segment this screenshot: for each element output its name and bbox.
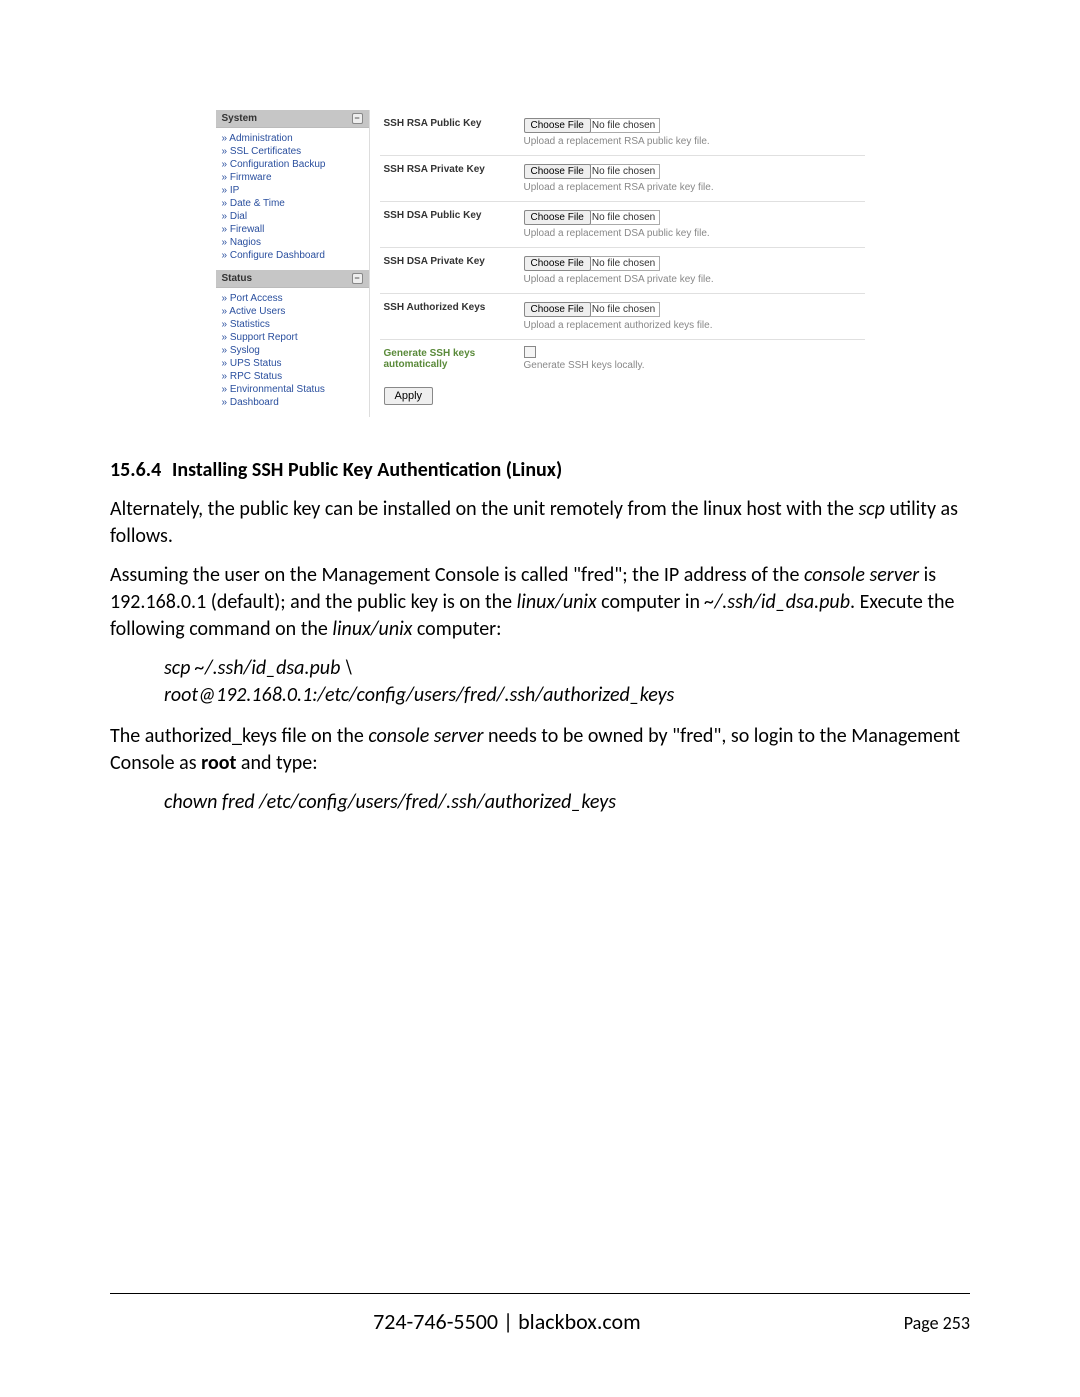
field-label: SSH RSA Private Key	[384, 162, 524, 193]
sidebar-section-title: Status	[222, 273, 253, 284]
file-status: No file chosen	[590, 256, 660, 271]
sidebar-item-dashboard[interactable]: Dashboard	[222, 396, 363, 409]
command-block: chown fred /etc/config/users/fred/.ssh/a…	[164, 789, 970, 816]
sidebar-item-support-report[interactable]: Support Report	[222, 331, 363, 344]
row-ssh-dsa-public: SSH DSA Public Key Choose File No file c…	[380, 202, 865, 248]
sidebar: System − Administration SSL Certificates…	[216, 110, 370, 417]
section-heading: 15.6.4Installing SSH Public Key Authenti…	[110, 457, 970, 484]
row-ssh-authorized-keys: SSH Authorized Keys Choose File No file …	[380, 294, 865, 340]
row-ssh-dsa-private: SSH DSA Private Key Choose File No file …	[380, 248, 865, 294]
heading-text: Installing SSH Public Key Authentication…	[172, 458, 562, 482]
apply-button[interactable]: Apply	[384, 387, 434, 405]
choose-file-button[interactable]: Choose File	[524, 164, 591, 179]
sidebar-item-date-time[interactable]: Date & Time	[222, 197, 363, 210]
sidebar-item-administration[interactable]: Administration	[222, 132, 363, 145]
generate-keys-checkbox[interactable]	[524, 346, 536, 358]
paragraph: Alternately, the public key can be insta…	[110, 496, 970, 550]
field-label: SSH RSA Public Key	[384, 116, 524, 147]
row-generate-ssh-keys: Generate SSH keysautomatically Generate …	[380, 340, 865, 379]
sidebar-item-ssl-certificates[interactable]: SSL Certificates	[222, 145, 363, 158]
row-ssh-rsa-private: SSH RSA Private Key Choose File No file …	[380, 156, 865, 202]
sidebar-item-statistics[interactable]: Statistics	[222, 318, 363, 331]
system-nav: Administration SSL Certificates Configur…	[216, 128, 369, 270]
field-label: SSH DSA Private Key	[384, 254, 524, 285]
row-ssh-rsa-public: SSH RSA Public Key Choose File No file c…	[380, 110, 865, 156]
choose-file-button[interactable]: Choose File	[524, 302, 591, 317]
field-label: Generate SSH keysautomatically	[384, 346, 524, 371]
ssh-keys-form: SSH RSA Public Key Choose File No file c…	[370, 110, 865, 417]
sidebar-item-firmware[interactable]: Firmware	[222, 171, 363, 184]
footer-contact: 724-746-5500 | blackbox.com	[110, 1308, 904, 1335]
sidebar-item-active-users[interactable]: Active Users	[222, 305, 363, 318]
help-text: Upload a replacement DSA public key file…	[524, 228, 861, 239]
sidebar-item-rpc-status[interactable]: RPC Status	[222, 370, 363, 383]
document-body: 15.6.4Installing SSH Public Key Authenti…	[110, 457, 970, 816]
paragraph: Assuming the user on the Management Cons…	[110, 562, 970, 643]
status-nav: Port Access Active Users Statistics Supp…	[216, 288, 369, 417]
help-text: Upload a replacement RSA private key fil…	[524, 182, 861, 193]
file-status: No file chosen	[590, 210, 660, 225]
field-label: SSH Authorized Keys	[384, 300, 524, 331]
sidebar-section-system[interactable]: System −	[216, 110, 369, 128]
sidebar-item-dial[interactable]: Dial	[222, 210, 363, 223]
file-status: No file chosen	[590, 164, 660, 179]
choose-file-button[interactable]: Choose File	[524, 118, 591, 133]
help-text: Upload a replacement authorized keys fil…	[524, 320, 861, 331]
sidebar-item-ip[interactable]: IP	[222, 184, 363, 197]
sidebar-item-firewall[interactable]: Firewall	[222, 223, 363, 236]
heading-number: 15.6.4	[110, 457, 172, 484]
paragraph: The authorized_keys file on the console …	[110, 723, 970, 777]
file-status: No file chosen	[590, 118, 660, 133]
choose-file-button[interactable]: Choose File	[524, 210, 591, 225]
footer-page-number: Page 253	[904, 1312, 970, 1334]
sidebar-item-environmental-status[interactable]: Environmental Status	[222, 383, 363, 396]
choose-file-button[interactable]: Choose File	[524, 256, 591, 271]
page-footer: 724-746-5500 | blackbox.com Page 253	[110, 1293, 970, 1335]
sidebar-item-ups-status[interactable]: UPS Status	[222, 357, 363, 370]
help-text: Upload a replacement RSA public key file…	[524, 136, 861, 147]
sidebar-item-configuration-backup[interactable]: Configuration Backup	[222, 158, 363, 171]
sidebar-item-nagios[interactable]: Nagios	[222, 236, 363, 249]
sidebar-item-syslog[interactable]: Syslog	[222, 344, 363, 357]
collapse-icon[interactable]: −	[352, 113, 363, 124]
field-label: SSH DSA Public Key	[384, 208, 524, 239]
help-text: Upload a replacement DSA private key fil…	[524, 274, 861, 285]
file-status: No file chosen	[590, 302, 660, 317]
help-text: Generate SSH keys locally.	[524, 360, 861, 371]
sidebar-section-status[interactable]: Status −	[216, 270, 369, 288]
sidebar-item-port-access[interactable]: Port Access	[222, 292, 363, 305]
collapse-icon[interactable]: −	[352, 273, 363, 284]
command-block: scp ~/.ssh/id_dsa.pub \ root@192.168.0.1…	[164, 655, 970, 709]
sidebar-item-configure-dashboard[interactable]: Configure Dashboard	[222, 249, 363, 262]
ssh-keys-screenshot: System − Administration SSL Certificates…	[216, 110, 865, 417]
sidebar-section-title: System	[222, 113, 258, 124]
